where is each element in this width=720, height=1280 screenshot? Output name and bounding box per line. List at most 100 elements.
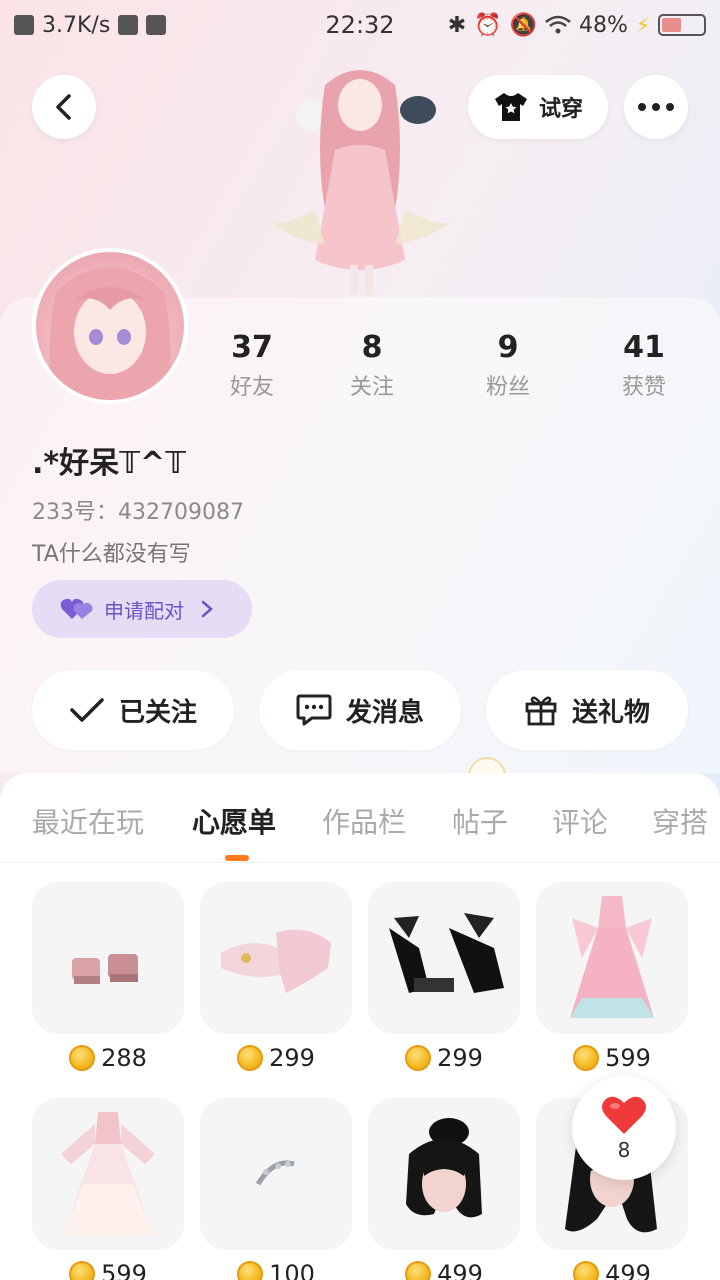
bluetooth-icon: ✱ xyxy=(447,12,467,38)
item-price: 288 xyxy=(32,1044,184,1072)
send-message-button[interactable]: 发消息 xyxy=(259,670,461,750)
price-value: 499 xyxy=(437,1260,483,1280)
price-value: 288 xyxy=(101,1044,147,1072)
wishlist-item[interactable]: 299 xyxy=(368,882,520,1072)
wifi-icon xyxy=(545,15,571,34)
notification-icon xyxy=(14,15,34,35)
back-arrow-icon xyxy=(56,94,71,120)
send-message-label: 发消息 xyxy=(345,697,424,728)
shoes-image xyxy=(72,954,138,984)
gift-icon xyxy=(525,696,557,726)
network-speed: 3.7K/s xyxy=(42,12,111,38)
camera-icon xyxy=(118,15,139,35)
stat-likes[interactable]: 41 获赞 xyxy=(594,330,694,401)
stat-number: 8 xyxy=(361,330,383,365)
wishlist-item[interactable]: 299 xyxy=(200,882,352,1072)
stat-friends[interactable]: 37 好友 xyxy=(202,330,302,401)
coin-icon xyxy=(573,1045,600,1071)
item-price: 100 xyxy=(200,1260,352,1280)
avatar-portrait xyxy=(49,267,171,400)
stat-number: 37 xyxy=(231,330,273,365)
match-request-button[interactable]: 申请配对 xyxy=(32,580,252,638)
match-label: 申请配对 xyxy=(104,598,184,623)
battery-percent: 48% xyxy=(579,12,628,38)
chevron-right-icon xyxy=(201,600,213,618)
item-price: 599 xyxy=(32,1260,184,1280)
send-gift-button[interactable]: 送礼物 xyxy=(486,670,688,750)
app-icon xyxy=(146,15,167,35)
wishlist-item[interactable]: 599 xyxy=(32,1098,184,1280)
favorite-button[interactable]: 8 xyxy=(572,1076,676,1180)
charging-icon: ⚡ xyxy=(635,13,650,37)
coin-icon xyxy=(69,1045,96,1071)
stat-label: 好友 xyxy=(229,375,274,400)
shoes-image xyxy=(389,913,504,993)
try-on-label: 试穿 xyxy=(538,97,583,122)
coin-icon xyxy=(237,1261,264,1280)
stat-number: 9 xyxy=(497,330,519,365)
coin-icon xyxy=(237,1045,264,1071)
try-on-button[interactable]: 试穿 xyxy=(468,75,608,139)
item-thumbnail xyxy=(32,1098,184,1250)
dress-image xyxy=(61,1112,155,1236)
chat-bubble-icon xyxy=(296,694,332,726)
heart-pair-icon xyxy=(60,598,93,619)
heart-icon xyxy=(602,1096,646,1134)
tshirt-icon xyxy=(494,93,527,121)
stat-label: 粉丝 xyxy=(485,375,530,400)
stat-label: 关注 xyxy=(349,375,394,400)
shoes-image xyxy=(221,929,331,993)
coin-icon xyxy=(69,1261,96,1280)
price-value: 299 xyxy=(269,1044,315,1072)
coin-icon xyxy=(405,1045,432,1071)
battery-icon xyxy=(658,14,706,36)
tab-outfits[interactable]: 穿搭 xyxy=(652,801,708,841)
status-bar: 3.7K/s 22:32 ✱ ⏰ 🔕 48% ⚡ xyxy=(0,0,720,50)
tab-posts[interactable]: 帖子 xyxy=(452,801,508,841)
wishlist-item[interactable]: 100 xyxy=(200,1098,352,1280)
check-icon xyxy=(70,698,104,722)
item-thumbnail xyxy=(368,1098,520,1250)
bio: TA什么都没有写 xyxy=(32,542,191,567)
item-price: 499 xyxy=(536,1260,688,1280)
tab-recent-play[interactable]: 最近在玩 xyxy=(32,801,144,841)
tab-comments[interactable]: 评论 xyxy=(552,801,608,841)
hairstyle-image xyxy=(406,1118,482,1218)
nickname: .*好呆𝕋^𝕋 xyxy=(32,446,187,481)
coin-icon xyxy=(573,1261,600,1280)
price-value: 599 xyxy=(101,1260,147,1280)
tab-wishlist[interactable]: 心愿单 xyxy=(192,801,276,841)
item-thumbnail xyxy=(536,882,688,1034)
item-thumbnail xyxy=(32,882,184,1034)
stat-following[interactable]: 8 关注 xyxy=(322,330,422,401)
item-price: 499 xyxy=(368,1260,520,1280)
item-thumbnail xyxy=(200,1098,352,1250)
send-gift-label: 送礼物 xyxy=(571,697,650,728)
avatar-character-figure xyxy=(265,70,455,295)
stat-label: 获赞 xyxy=(621,375,666,400)
favorite-count: 8 xyxy=(617,1138,631,1162)
wishlist-item[interactable]: 599 xyxy=(536,882,688,1072)
followed-label: 已关注 xyxy=(118,697,197,728)
mute-icon: 🔕 xyxy=(509,12,538,38)
wishlist-item[interactable]: 499 xyxy=(368,1098,520,1280)
more-dots-icon xyxy=(638,103,674,111)
user-id: 233号：432709087 xyxy=(32,500,244,525)
item-price: 299 xyxy=(368,1044,520,1072)
stat-fans[interactable]: 9 粉丝 xyxy=(458,330,558,401)
coin-icon xyxy=(405,1261,432,1280)
more-button[interactable] xyxy=(624,75,688,139)
tab-bar: 最近在玩 心愿单 作品栏 帖子 评论 穿搭 xyxy=(0,773,720,863)
followed-button[interactable]: 已关注 xyxy=(32,670,234,750)
tab-works[interactable]: 作品栏 xyxy=(322,801,406,841)
price-value: 100 xyxy=(269,1260,315,1280)
item-price: 299 xyxy=(200,1044,352,1072)
wishlist-item[interactable]: 288 xyxy=(32,882,184,1072)
back-button[interactable] xyxy=(32,75,96,139)
alarm-icon: ⏰ xyxy=(474,12,502,38)
stat-number: 41 xyxy=(623,330,665,365)
item-price: 599 xyxy=(536,1044,688,1072)
avatar[interactable] xyxy=(32,248,188,404)
active-tab-indicator xyxy=(225,855,249,861)
item-thumbnail xyxy=(200,882,352,1034)
